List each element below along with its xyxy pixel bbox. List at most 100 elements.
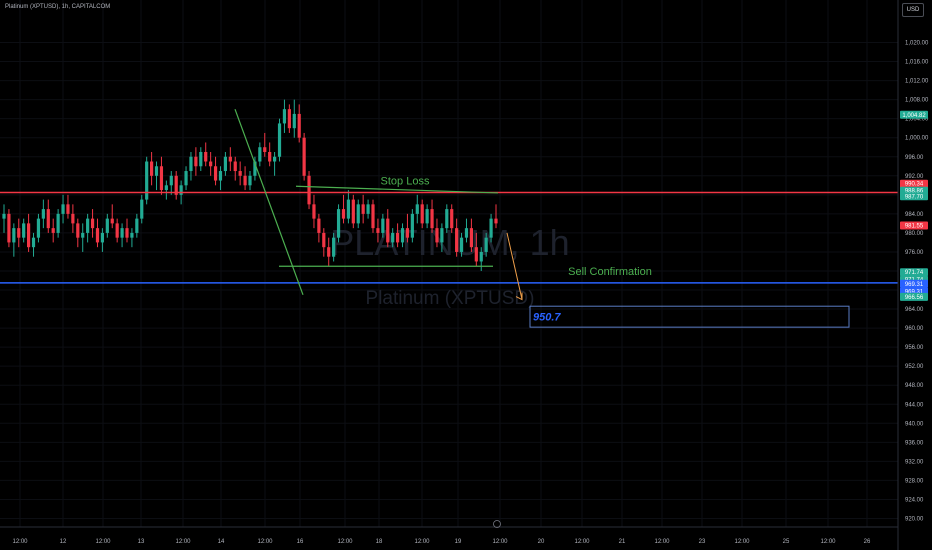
time-tick-label: 12:00 <box>820 539 836 545</box>
time-tick-label: 16 <box>297 539 304 545</box>
candle-body <box>371 204 375 229</box>
candle <box>154 161 159 191</box>
watermark-description: Platinum (XPTUSD) <box>366 288 535 309</box>
candle-body <box>302 137 306 176</box>
candle-body <box>100 232 104 243</box>
time-tick-label: 12:00 <box>492 539 508 545</box>
candle-body <box>154 166 159 176</box>
candle <box>105 213 109 238</box>
candle <box>213 156 218 186</box>
candle-body <box>361 204 365 214</box>
candle-body <box>46 209 50 229</box>
candle-body <box>95 228 100 243</box>
price-badge-label: 966.56 <box>905 295 924 301</box>
candle-body <box>263 147 267 152</box>
candle-body <box>479 251 483 262</box>
candle <box>71 204 75 233</box>
time-tick-label: 12:00 <box>414 539 430 545</box>
candle <box>282 99 287 133</box>
candle-body <box>209 161 213 167</box>
candle-body <box>204 151 208 162</box>
candle <box>209 151 213 176</box>
price-badge-label: 1,004.82 <box>902 113 926 119</box>
candle-body <box>2 213 6 219</box>
time-tick-label: 21 <box>619 539 626 545</box>
time-tick-label: 12:00 <box>95 539 111 545</box>
currency-button[interactable]: USD <box>902 3 924 17</box>
price-tick-label: 996.00 <box>905 155 924 161</box>
time-tick-label: 12 <box>60 539 67 545</box>
candle-body <box>450 209 454 229</box>
candle-body <box>332 237 336 257</box>
candle-body <box>140 199 144 219</box>
time-tick-label: 26 <box>864 539 871 545</box>
candle <box>218 166 223 191</box>
candle <box>125 218 129 243</box>
candle <box>184 166 188 191</box>
candle <box>159 156 164 195</box>
candle-body <box>7 213 11 243</box>
candle-body <box>81 232 85 238</box>
price-badge-label: 987.70 <box>905 194 924 200</box>
price-tick-label: 1,020.00 <box>905 41 929 47</box>
price-badge-label: 971.74 <box>905 270 924 276</box>
candle <box>120 223 124 248</box>
candle-body <box>145 161 149 200</box>
candle-body <box>391 232 395 243</box>
candle-body <box>489 218 493 238</box>
candle <box>292 99 296 138</box>
candle-body <box>287 109 291 129</box>
watermark-symbol: PLATINUM, 1h <box>330 222 569 263</box>
candle-body <box>459 237 464 252</box>
candle <box>312 194 316 229</box>
candle <box>61 194 65 224</box>
price-badge: 969.31 <box>900 279 928 288</box>
time-tick-label: 12:00 <box>257 539 273 545</box>
candle-body <box>71 213 75 224</box>
candle-body <box>376 228 380 233</box>
candle-body <box>282 109 287 124</box>
candle <box>430 199 434 233</box>
target-price-label: 950.7 <box>533 312 561 324</box>
candle-body <box>430 209 434 229</box>
candle <box>41 199 45 229</box>
time-tick-label: 12:00 <box>574 539 590 545</box>
price-axis[interactable]: 1,020.001,016.001,012.001,008.001,004.00… <box>897 0 932 550</box>
candle <box>233 156 237 181</box>
candle-body <box>400 228 405 243</box>
candle-body <box>130 232 134 238</box>
candle <box>248 171 252 191</box>
candle <box>302 132 306 181</box>
candle-body <box>86 218 90 233</box>
candle-body <box>366 204 370 214</box>
chart-grid <box>0 0 898 527</box>
candle-body <box>440 228 444 243</box>
candle-body <box>36 218 41 238</box>
candle-body <box>474 247 478 262</box>
candle <box>135 213 139 238</box>
sell-confirmation-label: Sell Confirmation <box>568 266 652 278</box>
candle <box>223 151 227 176</box>
price-chart[interactable]: PLATINUM, 1h Platinum (XPTUSD) Stop Loss… <box>0 0 932 550</box>
time-axis[interactable]: 12:00 12 12:00 13 12:00 14 12:00 16 12:00 18 12:00… <box>0 520 898 546</box>
candle <box>228 147 232 172</box>
candle <box>2 204 6 233</box>
flagpole-trendline[interactable] <box>234 108 304 295</box>
price-badge: 990.34 <box>900 179 928 188</box>
candle-body <box>445 209 449 229</box>
price-tick-label: 956.00 <box>905 345 924 351</box>
candle-body <box>110 218 114 224</box>
candle-body <box>115 223 119 238</box>
price-tick-label: 960.00 <box>905 326 924 332</box>
candle-body <box>356 204 360 224</box>
candle-body <box>179 185 183 195</box>
candle-body <box>425 209 429 224</box>
candle-body <box>228 156 232 162</box>
candle-body <box>17 228 21 238</box>
candle <box>86 213 90 243</box>
candle-body <box>76 223 80 238</box>
candle-body <box>223 156 227 172</box>
price-tick-label: 924.00 <box>905 497 924 503</box>
session-marker-icon[interactable] <box>493 520 501 528</box>
candle-body <box>238 171 242 176</box>
